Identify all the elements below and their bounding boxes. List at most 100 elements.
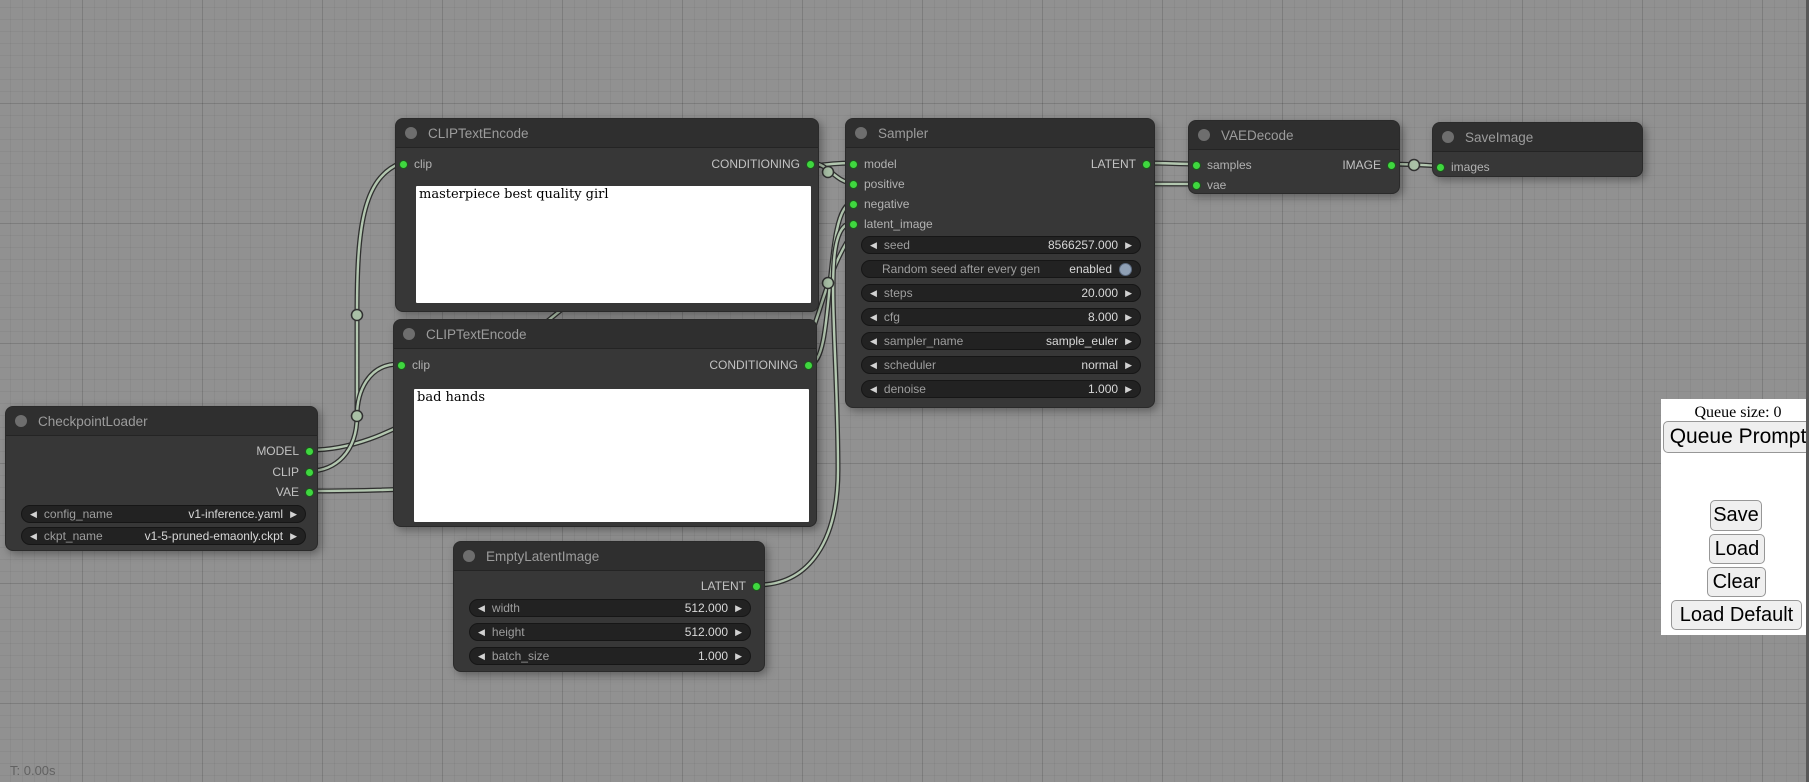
arrow-right-icon[interactable]: ▶: [290, 510, 297, 519]
node-titlebar[interactable]: CheckpointLoader: [6, 407, 317, 436]
widget-sampler-name[interactable]: ◀ sampler_name sample_euler ▶: [861, 332, 1141, 350]
collapse-icon[interactable]: [855, 127, 867, 139]
widget-label: denoise: [884, 382, 926, 396]
input-slot-dot-icon[interactable]: [1192, 181, 1201, 190]
node-saveimage[interactable]: SaveImage images: [1432, 122, 1643, 177]
load-button[interactable]: Load: [1709, 534, 1765, 564]
node-titlebar[interactable]: CLIPTextEncode: [394, 320, 816, 349]
arrow-right-icon[interactable]: ▶: [1125, 361, 1132, 370]
node-title: SaveImage: [1465, 130, 1533, 145]
widget-label: batch_size: [492, 649, 549, 663]
arrow-left-icon[interactable]: ◀: [870, 337, 877, 346]
clear-button[interactable]: Clear: [1707, 567, 1766, 597]
queue-prompt-button[interactable]: Queue Prompt: [1663, 421, 1809, 453]
arrow-left-icon[interactable]: ◀: [870, 241, 877, 250]
output-slot-label: MODEL: [256, 444, 299, 458]
arrow-right-icon[interactable]: ▶: [1125, 241, 1132, 250]
load-default-button[interactable]: Load Default: [1671, 600, 1802, 630]
widget-cfg[interactable]: ◀ cfg 8.000 ▶: [861, 308, 1141, 326]
arrow-left-icon[interactable]: ◀: [478, 604, 485, 613]
widget-scheduler[interactable]: ◀ scheduler normal ▶: [861, 356, 1141, 374]
arrow-right-icon[interactable]: ▶: [1125, 385, 1132, 394]
reroute-dot[interactable]: [352, 310, 363, 321]
output-slot-dot-icon[interactable]: [305, 468, 314, 477]
arrow-right-icon[interactable]: ▶: [735, 604, 742, 613]
collapse-icon[interactable]: [15, 415, 27, 427]
widget-denoise[interactable]: ◀ denoise 1.000 ▶: [861, 380, 1141, 398]
reroute-dot[interactable]: [823, 278, 834, 289]
widget-value: 512.000: [685, 601, 728, 615]
collapse-icon[interactable]: [463, 550, 475, 562]
node-titlebar[interactable]: VAEDecode: [1189, 121, 1399, 150]
input-slot-dot-icon[interactable]: [849, 220, 858, 229]
arrow-right-icon[interactable]: ▶: [1125, 313, 1132, 322]
reroute-dot[interactable]: [352, 411, 363, 422]
widget-seed[interactable]: ◀ seed 8566257.000 ▶: [861, 236, 1141, 254]
widget-steps[interactable]: ◀ steps 20.000 ▶: [861, 284, 1141, 302]
input-slot-images: images: [1436, 159, 1639, 175]
widget-width[interactable]: ◀ width 512.000 ▶: [469, 599, 751, 617]
node-titlebar[interactable]: CLIPTextEncode: [396, 119, 818, 148]
node-cliptextencode-positive[interactable]: CLIPTextEncode clip CONDITIONING masterp…: [395, 118, 819, 312]
output-slot-dot-icon[interactable]: [806, 160, 815, 169]
arrow-right-icon[interactable]: ▶: [1125, 289, 1132, 298]
node-checkpointloader[interactable]: CheckpointLoader MODEL CLIP VAE ◀ config…: [5, 406, 318, 551]
positive-prompt-textarea[interactable]: masterpiece best quality girl: [416, 186, 811, 303]
widget-label: config_name: [44, 507, 113, 521]
output-slot-dot-icon[interactable]: [305, 447, 314, 456]
collapse-icon[interactable]: [1198, 129, 1210, 141]
node-titlebar[interactable]: SaveImage: [1433, 123, 1642, 152]
node-title: CheckpointLoader: [38, 414, 148, 429]
output-slot-dot-icon[interactable]: [1387, 161, 1396, 170]
input-slot-latent-image: latent_image: [849, 216, 1151, 232]
output-slot-image: IMAGE: [1192, 157, 1396, 173]
widget-batch-size[interactable]: ◀ batch_size 1.000 ▶: [469, 647, 751, 665]
widget-value: 8.000: [1088, 310, 1118, 324]
output-slot-dot-icon[interactable]: [752, 582, 761, 591]
widget-label: cfg: [884, 310, 900, 324]
widget-ckpt-name[interactable]: ◀ ckpt_name v1-5-pruned-emaonly.ckpt ▶: [21, 527, 306, 545]
node-vaedecode[interactable]: VAEDecode samples vae IMAGE: [1188, 120, 1400, 194]
widget-value: enabled: [1069, 262, 1112, 276]
arrow-left-icon[interactable]: ◀: [30, 510, 37, 519]
arrow-left-icon[interactable]: ◀: [870, 361, 877, 370]
widget-value: sample_euler: [1046, 334, 1118, 348]
output-slot-label: CLIP: [272, 465, 299, 479]
arrow-right-icon[interactable]: ▶: [1125, 337, 1132, 346]
widget-random-seed-toggle[interactable]: Random seed after every gen enabled: [861, 260, 1141, 278]
toggle-dot-icon[interactable]: [1119, 263, 1132, 276]
arrow-right-icon[interactable]: ▶: [735, 628, 742, 637]
node-emptylatentimage[interactable]: EmptyLatentImage LATENT ◀ width 512.000 …: [453, 541, 765, 672]
negative-prompt-textarea[interactable]: bad hands: [414, 389, 809, 522]
widget-height[interactable]: ◀ height 512.000 ▶: [469, 623, 751, 641]
node-sampler[interactable]: Sampler model positive negative latent_i…: [845, 118, 1155, 408]
reroute-dot[interactable]: [1409, 160, 1420, 171]
queue-size-label: Queue size: 0: [1661, 404, 1809, 422]
input-slot-dot-icon[interactable]: [849, 180, 858, 189]
output-slot-dot-icon[interactable]: [305, 488, 314, 497]
node-cliptextencode-negative[interactable]: CLIPTextEncode clip CONDITIONING bad han…: [393, 319, 817, 527]
output-slot-dot-icon[interactable]: [1142, 160, 1151, 169]
arrow-left-icon[interactable]: ◀: [870, 385, 877, 394]
arrow-left-icon[interactable]: ◀: [870, 313, 877, 322]
arrow-left-icon[interactable]: ◀: [478, 652, 485, 661]
arrow-left-icon[interactable]: ◀: [870, 289, 877, 298]
reroute-dot[interactable]: [823, 167, 834, 178]
input-slot-dot-icon[interactable]: [1436, 163, 1445, 172]
arrow-left-icon[interactable]: ◀: [478, 628, 485, 637]
collapse-icon[interactable]: [405, 127, 417, 139]
output-slot-model: MODEL: [9, 443, 314, 459]
node-titlebar[interactable]: EmptyLatentImage: [454, 542, 764, 571]
arrow-right-icon[interactable]: ▶: [735, 652, 742, 661]
arrow-left-icon[interactable]: ◀: [30, 532, 37, 541]
arrow-right-icon[interactable]: ▶: [290, 532, 297, 541]
output-slot-clip: CLIP: [9, 464, 314, 480]
output-slot-dot-icon[interactable]: [804, 361, 813, 370]
node-title: CLIPTextEncode: [426, 327, 527, 342]
node-titlebar[interactable]: Sampler: [846, 119, 1154, 148]
widget-config-name[interactable]: ◀ config_name v1-inference.yaml ▶: [21, 505, 306, 523]
collapse-icon[interactable]: [1442, 131, 1454, 143]
collapse-icon[interactable]: [403, 328, 415, 340]
input-slot-dot-icon[interactable]: [849, 200, 858, 209]
save-button[interactable]: Save: [1710, 500, 1762, 531]
